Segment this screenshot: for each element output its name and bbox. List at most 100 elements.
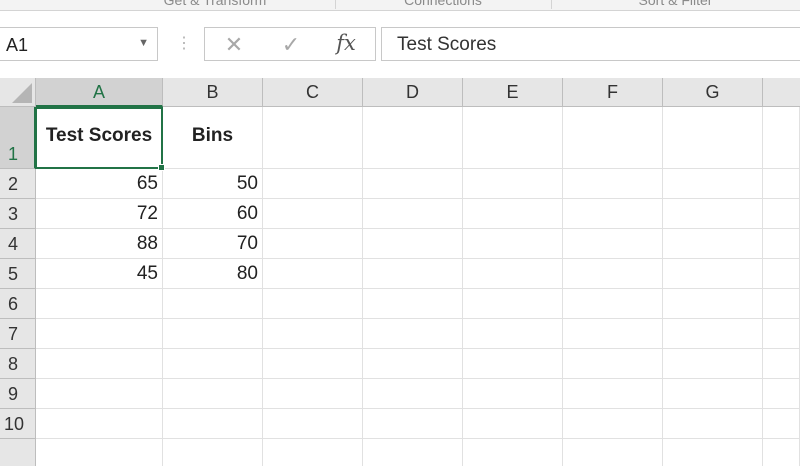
cell-g9[interactable] xyxy=(663,379,763,409)
cell-e11[interactable] xyxy=(463,439,563,466)
cell-g1[interactable] xyxy=(663,107,763,169)
cell-e7[interactable] xyxy=(463,319,563,349)
cell-a6[interactable] xyxy=(36,289,163,319)
cell-h3[interactable] xyxy=(763,199,800,229)
column-header-b[interactable]: B xyxy=(163,78,263,107)
cell-h10[interactable] xyxy=(763,409,800,439)
cell-e4[interactable] xyxy=(463,229,563,259)
cell-a5[interactable]: 45 xyxy=(36,259,163,289)
cell-d10[interactable] xyxy=(363,409,463,439)
cell-h11[interactable] xyxy=(763,439,800,466)
cell-e1[interactable] xyxy=(463,107,563,169)
cell-d3[interactable] xyxy=(363,199,463,229)
cell-f5[interactable] xyxy=(563,259,663,289)
cell-h5[interactable] xyxy=(763,259,800,289)
row-header-8[interactable]: 8 xyxy=(0,349,36,379)
cell-f11[interactable] xyxy=(563,439,663,466)
column-header-a[interactable]: A xyxy=(36,78,163,107)
cross-icon[interactable]: ✕ xyxy=(219,32,249,58)
cell-b1[interactable]: Bins xyxy=(163,107,263,169)
cell-c7[interactable] xyxy=(263,319,363,349)
cell-d7[interactable] xyxy=(363,319,463,349)
cell-c6[interactable] xyxy=(263,289,363,319)
cell-f9[interactable] xyxy=(563,379,663,409)
dropdown-arrow-icon[interactable]: ▼ xyxy=(138,37,149,49)
cell-g6[interactable] xyxy=(663,289,763,319)
cell-b10[interactable] xyxy=(163,409,263,439)
cell-h1[interactable] xyxy=(763,107,800,169)
formula-input[interactable]: Test Scores xyxy=(381,27,800,61)
cell-d2[interactable] xyxy=(363,169,463,199)
cell-f8[interactable] xyxy=(563,349,663,379)
row-header-9[interactable]: 9 xyxy=(0,379,36,409)
select-all-corner[interactable] xyxy=(0,78,36,107)
cell-g7[interactable] xyxy=(663,319,763,349)
cell-h9[interactable] xyxy=(763,379,800,409)
cell-d9[interactable] xyxy=(363,379,463,409)
cell-a1[interactable]: Test Scores xyxy=(36,107,163,169)
cell-e10[interactable] xyxy=(463,409,563,439)
cell-h8[interactable] xyxy=(763,349,800,379)
fill-handle[interactable] xyxy=(158,164,165,171)
cell-d5[interactable] xyxy=(363,259,463,289)
cell-g5[interactable] xyxy=(663,259,763,289)
cell-a2[interactable]: 65 xyxy=(36,169,163,199)
cell-e2[interactable] xyxy=(463,169,563,199)
cell-e3[interactable] xyxy=(463,199,563,229)
cell-g10[interactable] xyxy=(663,409,763,439)
fx-icon[interactable]: fx xyxy=(331,31,361,55)
cell-c1[interactable] xyxy=(263,107,363,169)
cell-d4[interactable] xyxy=(363,229,463,259)
checkmark-icon[interactable]: ✓ xyxy=(276,32,306,58)
vertical-dots-icon[interactable]: ⋮ xyxy=(176,33,192,53)
cell-b8[interactable] xyxy=(163,349,263,379)
cell-g3[interactable] xyxy=(663,199,763,229)
cell-e6[interactable] xyxy=(463,289,563,319)
cell-h2[interactable] xyxy=(763,169,800,199)
cell-h4[interactable] xyxy=(763,229,800,259)
row-header-6[interactable]: 6 xyxy=(0,289,36,319)
cell-c2[interactable] xyxy=(263,169,363,199)
cell-f3[interactable] xyxy=(563,199,663,229)
cell-d1[interactable] xyxy=(363,107,463,169)
column-header-e[interactable]: E xyxy=(463,78,563,107)
cell-d6[interactable] xyxy=(363,289,463,319)
cell-a3[interactable]: 72 xyxy=(36,199,163,229)
cell-b9[interactable] xyxy=(163,379,263,409)
cell-f6[interactable] xyxy=(563,289,663,319)
cell-a10[interactable] xyxy=(36,409,163,439)
column-header-d[interactable]: D xyxy=(363,78,463,107)
row-header-7[interactable]: 7 xyxy=(0,319,36,349)
cell-c4[interactable] xyxy=(263,229,363,259)
cell-c11[interactable] xyxy=(263,439,363,466)
cell-d11[interactable] xyxy=(363,439,463,466)
row-header-1[interactable]: 1 xyxy=(0,107,36,169)
cell-a4[interactable]: 88 xyxy=(36,229,163,259)
cell-b7[interactable] xyxy=(163,319,263,349)
row-header-4[interactable]: 4 xyxy=(0,229,36,259)
cell-b5[interactable]: 80 xyxy=(163,259,263,289)
cell-g4[interactable] xyxy=(663,229,763,259)
cell-d8[interactable] xyxy=(363,349,463,379)
cell-c9[interactable] xyxy=(263,379,363,409)
cell-e5[interactable] xyxy=(463,259,563,289)
cell-f4[interactable] xyxy=(563,229,663,259)
cell-c10[interactable] xyxy=(263,409,363,439)
row-header-5[interactable]: 5 xyxy=(0,259,36,289)
row-header-3[interactable]: 3 xyxy=(0,199,36,229)
cell-b6[interactable] xyxy=(163,289,263,319)
cell-b11[interactable] xyxy=(163,439,263,466)
row-header-10[interactable]: 10 xyxy=(0,409,36,439)
column-header-partial[interactable] xyxy=(763,78,800,107)
cell-e9[interactable] xyxy=(463,379,563,409)
cell-a8[interactable] xyxy=(36,349,163,379)
cell-a7[interactable] xyxy=(36,319,163,349)
cell-f10[interactable] xyxy=(563,409,663,439)
cell-b2[interactable]: 50 xyxy=(163,169,263,199)
cell-g8[interactable] xyxy=(663,349,763,379)
column-header-c[interactable]: C xyxy=(263,78,363,107)
cell-b3[interactable]: 60 xyxy=(163,199,263,229)
column-header-g[interactable]: G xyxy=(663,78,763,107)
cell-c5[interactable] xyxy=(263,259,363,289)
cell-g2[interactable] xyxy=(663,169,763,199)
